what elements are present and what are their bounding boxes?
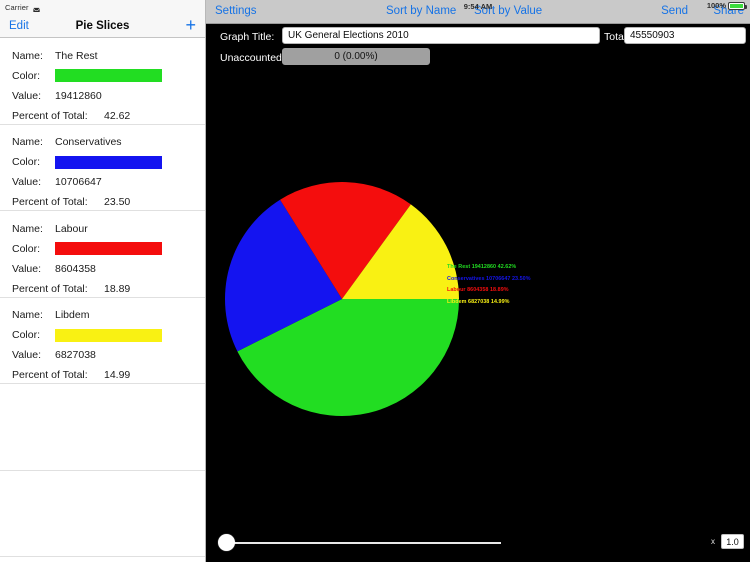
slice-value-field: Value: 6827038 (12, 347, 205, 364)
slice-color-field: Color: (12, 67, 205, 84)
share-button[interactable]: Share (713, 5, 744, 17)
slice-percent-value: 23.50 (104, 196, 131, 208)
slice-percent-field: Percent of Total: 18.89 (12, 280, 205, 297)
page-title: Pie Slices (75, 19, 130, 32)
legend-entry: Libdem 6827038 14.99% (447, 298, 510, 305)
total-input[interactable]: 45550903 (624, 27, 746, 44)
slice-value-label: Value: (12, 89, 41, 102)
sort-by-name-button[interactable]: Sort by Name (386, 5, 456, 17)
slice-name-value: Libdem (55, 309, 90, 321)
slices-list: Name: The Rest Color: Value: 19412860 Percent… (0, 38, 205, 557)
slice-value-value: 19412860 (55, 89, 102, 102)
slice-color-field: Color: (12, 154, 205, 171)
slice-name-field: Name: Libdem (12, 307, 205, 324)
slices-sidebar: Carrier ◛ Edit Pie Slices + Name: The Res… (0, 0, 206, 562)
slice-value-field: Value: 19412860 (12, 87, 205, 104)
slice-row[interactable]: Name: Libdem Color: Value: 6827038 Percent of… (0, 297, 205, 384)
slice-name-value: The Rest (55, 49, 98, 62)
slice-value-value: 6827038 (55, 349, 96, 361)
slice-percent-value: 42.62 (104, 109, 131, 122)
slice-percent-field: Percent of Total: 14.99 (12, 367, 205, 384)
slice-row[interactable]: Name: Conservatives Color: Value: 10706647 Pe… (0, 124, 205, 211)
battery-cap (745, 4, 747, 9)
empty-list-row (0, 384, 205, 471)
slice-percent-value: 18.89 (104, 282, 131, 295)
slice-percent-field: Percent of Total: 23.50 (12, 194, 205, 211)
slice-name-label: Name: (12, 49, 43, 62)
slice-row[interactable]: Name: Labour Color: Value: 8604358 Percent of… (0, 211, 205, 298)
pie-chart-area: The Rest 19412860 42.62% Conservatives 10… (206, 72, 750, 522)
slice-name-label: Name: (12, 136, 43, 148)
add-slice-button[interactable]: + (185, 16, 196, 34)
slice-name-value: Labour (55, 222, 88, 235)
legend-entry: Labour 8604358 18.89% (447, 287, 509, 294)
slice-color-swatch[interactable] (55, 69, 162, 82)
zoom-slider-bar: x 1.0 (206, 522, 750, 562)
slice-percent-field: Percent of Total: 42.62 (12, 107, 205, 124)
app-root: Carrier ◛ Edit Pie Slices + Name: The Res… (0, 0, 750, 562)
slice-percent-label: Percent of Total: (12, 282, 88, 295)
slice-color-label: Color: (12, 69, 41, 82)
zoom-slider-thumb[interactable] (218, 534, 235, 551)
slice-value-label: Value: (12, 176, 41, 188)
slice-name-field: Name: Labour (12, 220, 205, 237)
legend-entry: The Rest 19412860 42.62% (447, 264, 517, 270)
zoom-multiplier-label: x (711, 537, 715, 546)
slice-value-label: Value: (12, 262, 41, 275)
graph-title-input[interactable]: UK General Elections 2010 (282, 27, 600, 44)
pie-chart[interactable] (212, 182, 472, 432)
unaccounted-value: 0 (0.00%) (282, 48, 430, 65)
pie-chart-legend: The Rest 19412860 42.62% Conservatives 10… (447, 262, 531, 308)
slice-value-value: 8604358 (55, 262, 96, 275)
slice-color-field: Color: (12, 327, 205, 344)
graph-toolbar: Settings Sort by Name Sort by Value Send… (206, 0, 750, 24)
slice-percent-label: Percent of Total: (12, 369, 88, 381)
slice-color-swatch[interactable] (55, 328, 162, 342)
unaccounted-label: Unaccounted: (220, 52, 285, 64)
status-bar-carrier: Carrier ◛ (0, 0, 205, 14)
empty-list-row (0, 470, 205, 557)
graph-pane: Settings Sort by Name Sort by Value Send… (206, 0, 750, 562)
slice-value-label: Value: (12, 349, 41, 361)
settings-button[interactable]: Settings (215, 5, 257, 17)
slice-value-value: 10706647 (55, 176, 102, 188)
slice-value-field: Value: 10706647 (12, 174, 205, 191)
slice-percent-value: 14.99 (104, 369, 131, 381)
slice-color-swatch[interactable] (55, 155, 162, 169)
graph-title-label: Graph Title: (220, 31, 275, 43)
slice-percent-label: Percent of Total: (12, 109, 88, 122)
slice-color-field: Color: (12, 240, 205, 257)
slice-value-field: Value: 8604358 (12, 260, 205, 277)
slice-row[interactable]: Name: The Rest Color: Value: 19412860 Percent… (0, 38, 205, 125)
edit-button[interactable]: Edit (9, 20, 29, 32)
slice-color-swatch[interactable] (55, 242, 162, 255)
slice-name-field: Name: Conservatives (12, 134, 205, 151)
sort-by-value-button[interactable]: Sort by Value (474, 5, 542, 17)
sidebar-navbar: Edit Pie Slices + (0, 14, 205, 38)
zoom-value-field[interactable]: 1.0 (721, 534, 744, 549)
slice-name-field: Name: The Rest (12, 47, 205, 64)
wifi-icon: ◛ (32, 2, 41, 12)
slice-name-label: Name: (12, 309, 43, 321)
graph-form-bar: Graph Title: UK General Elections 2010 T… (206, 24, 750, 72)
slice-color-label: Color: (12, 242, 41, 255)
slice-color-label: Color: (12, 156, 41, 168)
slice-name-label: Name: (12, 222, 43, 235)
slice-color-label: Color: (12, 329, 41, 341)
carrier-label: Carrier (5, 2, 29, 12)
zoom-slider-track[interactable] (226, 542, 501, 544)
send-button[interactable]: Send (661, 5, 688, 17)
slice-name-value: Conservatives (55, 136, 122, 148)
slice-percent-label: Percent of Total: (12, 196, 88, 208)
legend-entry: Conservatives 10706647 23.50% (447, 275, 531, 282)
